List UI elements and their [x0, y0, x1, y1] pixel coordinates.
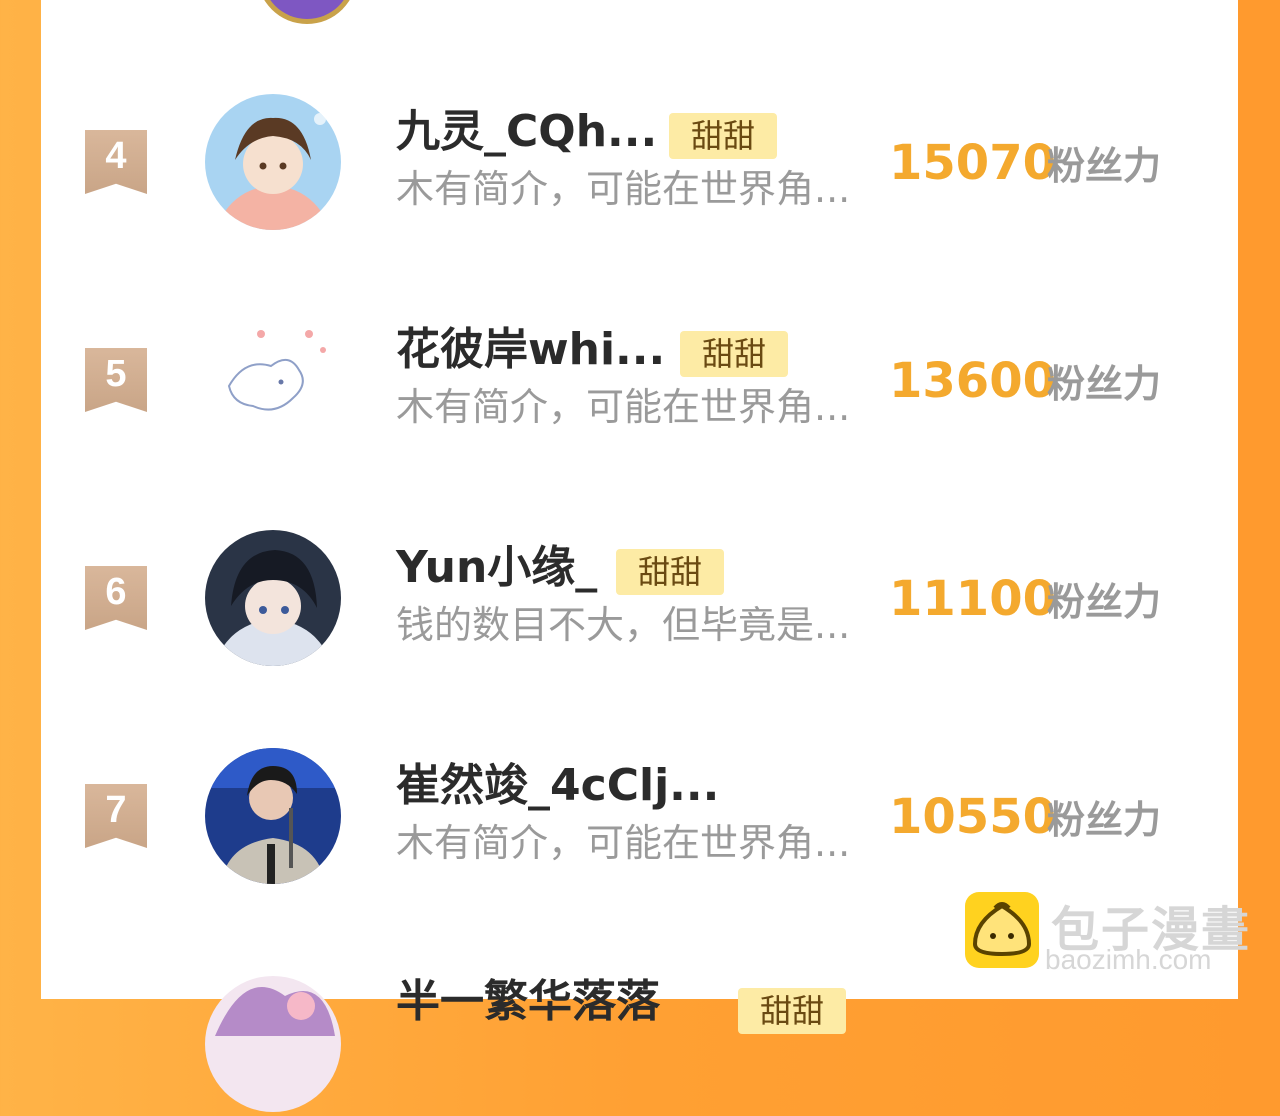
rank-ribbon: 5	[85, 348, 147, 412]
user-description: 木有简介，可能在世界角...	[396, 385, 851, 429]
user-description: 木有简介，可能在世界角...	[396, 167, 851, 211]
fan-power-label: 粉丝力	[1047, 144, 1162, 188]
fan-level-badge: 甜甜	[738, 988, 847, 1034]
user-name[interactable]: 九灵_CQh...	[396, 104, 657, 160]
user-avatar[interactable]	[205, 530, 341, 666]
fan-level-badge: 甜甜	[669, 113, 778, 159]
fan-power-score: 10550	[889, 789, 1056, 845]
fan-power-label: 粉丝力	[1047, 798, 1162, 842]
user-description: 钱的数目不大，但毕竟是...	[396, 603, 851, 647]
user-avatar[interactable]	[205, 976, 341, 1112]
user-name[interactable]: 崔然竣_4cClj...	[396, 758, 719, 814]
fan-power-score: 13600	[889, 353, 1056, 409]
user-description: 木有简介，可能在世界角...	[396, 821, 851, 865]
watermark-url: baozimh.com	[1045, 944, 1212, 975]
user-name[interactable]: 花彼岸whi...	[396, 322, 665, 378]
ranking-row[interactable]: 6 Yun小缘_ 甜甜 钱的数目不大，但毕竟是... 11100 粉丝力	[41, 530, 1238, 680]
watermark: 包子漫畫 baozimh.com	[965, 892, 1255, 982]
fan-power-score: 11100	[889, 571, 1056, 627]
ranking-row[interactable]: 4 九灵_CQh... 甜甜 木有简介，可能在世界角... 15070 粉丝力	[41, 94, 1238, 244]
user-name[interactable]: 半一繁华落落	[396, 974, 660, 1030]
fan-power-label: 粉丝力	[1047, 580, 1162, 624]
fan-power-label: 粉丝力	[1047, 362, 1162, 406]
rank-ribbon: 6	[85, 566, 147, 630]
fan-power-score: 15070	[889, 135, 1056, 191]
bun-logo-icon	[965, 892, 1039, 968]
ranking-row[interactable]: 5 花彼岸whi... 甜甜 木有简介，可能在世界角... 13600 粉丝力	[41, 312, 1238, 462]
rank-ribbon: 4	[85, 130, 147, 194]
fan-level-badge: 甜甜	[680, 331, 789, 377]
previous-user-avatar[interactable]	[257, 0, 357, 24]
ranking-row[interactable]: 半一繁华落落 甜甜	[41, 966, 1238, 1116]
ranking-row[interactable]: 7 崔然竣_4cClj... 木有简介，可能在世界角... 10550 粉丝力	[41, 748, 1238, 898]
user-name[interactable]: Yun小缘_	[396, 540, 597, 596]
fan-level-badge: 甜甜	[616, 549, 725, 595]
rank-ribbon: 7	[85, 784, 147, 848]
ranking-panel: 4 九灵_CQh... 甜甜 木有简介，可能在世界角... 15070 粉丝力 …	[41, 0, 1238, 1112]
user-avatar[interactable]	[205, 748, 341, 884]
user-avatar[interactable]	[205, 94, 341, 230]
user-avatar[interactable]	[205, 312, 341, 448]
